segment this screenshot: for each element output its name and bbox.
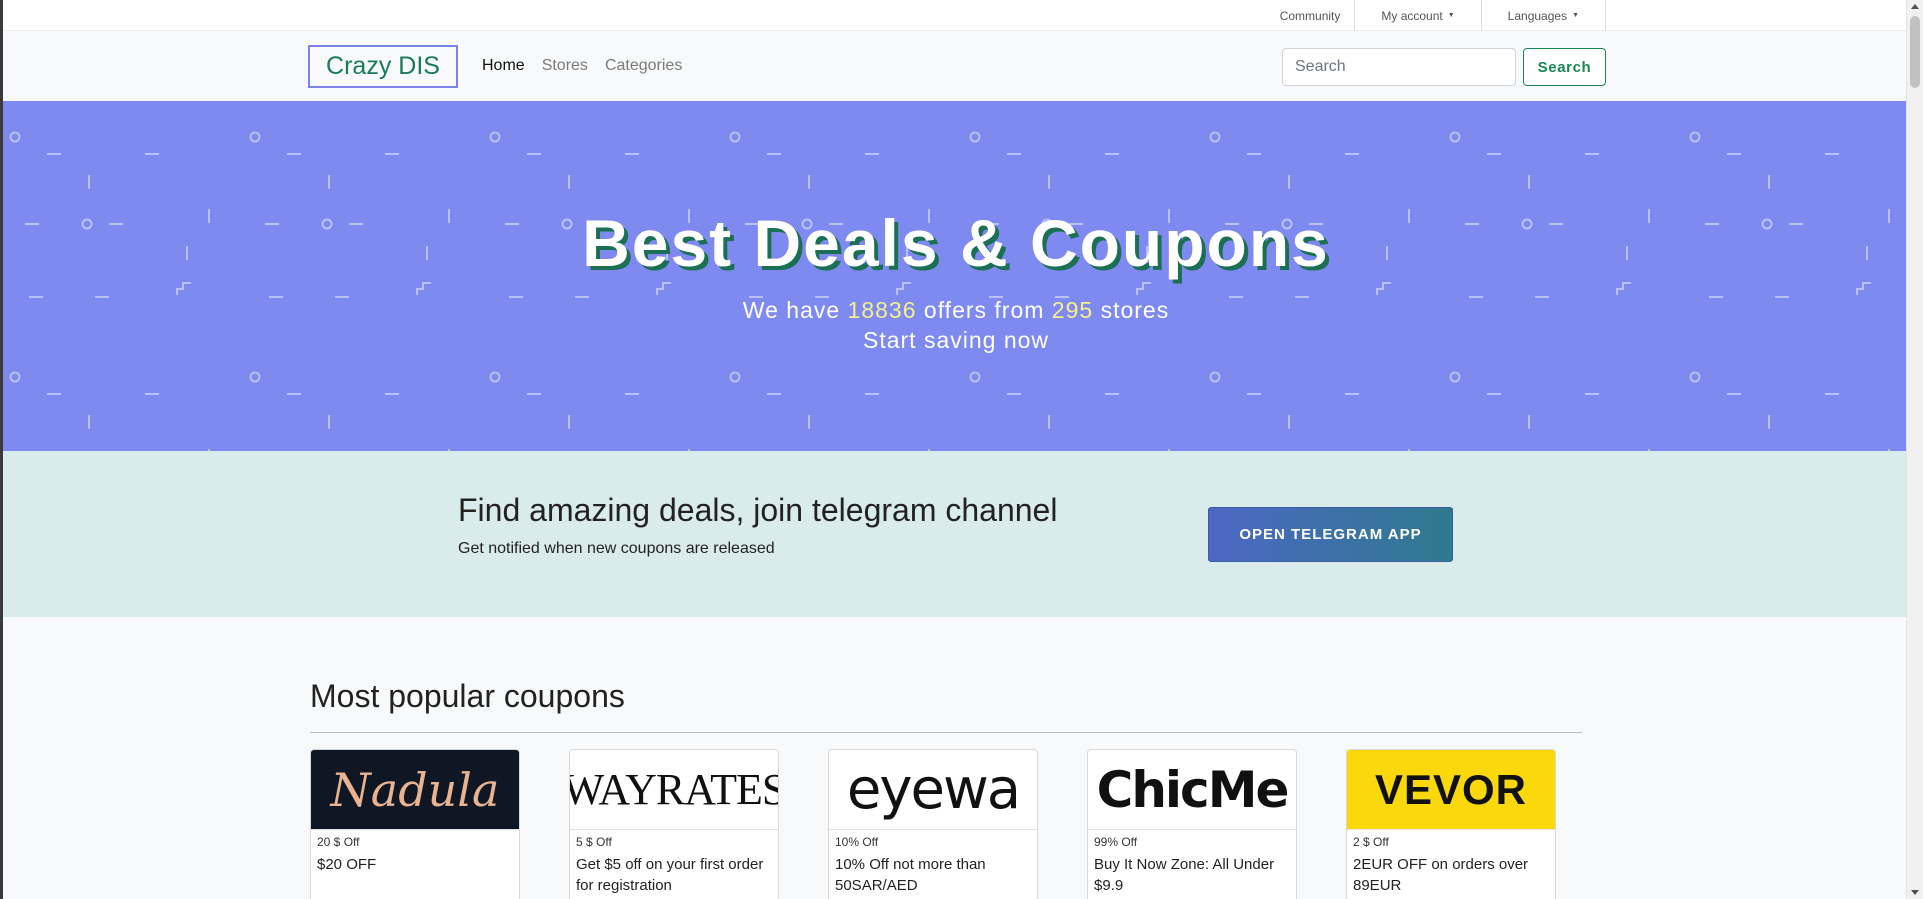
coupon-description: 10% Off not more than 50SAR/AED (835, 856, 986, 894)
coupon-discount: 99% Off (1094, 835, 1138, 849)
top-utility-bar: Community My account ▼ Languages ▼ (3, 0, 1906, 32)
hero-line-suffix: stores (1100, 297, 1170, 323)
nav-links: Home Stores Categories (482, 31, 682, 101)
coupon-card-chicme[interactable]: ChicMe 99% Off Buy It Now Zone: All Unde… (1087, 749, 1297, 899)
languages-dropdown[interactable]: Languages ▼ (1482, 0, 1606, 32)
hero-line-middle: offers from (923, 297, 1045, 323)
scroll-down-arrow-icon[interactable] (1911, 890, 1919, 895)
coupon-description: 2EUR OFF on orders over 89EUR (1353, 856, 1529, 894)
coupon-discount: 5 $ Off (576, 835, 612, 849)
stores-count: 295 (1051, 297, 1094, 323)
coupon-card-nadula[interactable]: Nadula 20 $ Off $20 OFF (310, 749, 520, 899)
scrollbar-thumb[interactable] (1910, 16, 1920, 88)
vevor-logo: VEVOR (1347, 750, 1555, 830)
section-divider (310, 732, 1582, 733)
community-label: Community (1279, 9, 1341, 23)
caret-down-icon: ▼ (1447, 12, 1455, 19)
coupon-card-eyewa[interactable]: eyewa 10% Off 10% Off not more than 50SA… (828, 749, 1038, 899)
open-telegram-button[interactable]: OPEN TELEGRAM APP (1208, 507, 1453, 562)
hero-tagline: Start saving now (862, 327, 1050, 353)
popular-coupons-section: Most popular coupons Nadula 20 $ Off $20… (3, 617, 1906, 899)
community-link[interactable]: Community (1266, 0, 1356, 32)
hero-title: Best Deals & Coupons (582, 206, 1330, 280)
telegram-subtitle: Get notified when new coupons are releas… (458, 540, 775, 557)
hero-line-prefix: We have (742, 297, 841, 323)
section-title: Most popular coupons (310, 678, 625, 714)
coupon-discount: 20 $ Off (317, 835, 360, 849)
vertical-scrollbar[interactable] (1906, 0, 1923, 899)
coupon-discount: 2 $ Off (1353, 835, 1389, 849)
scroll-up-arrow-icon[interactable] (1911, 4, 1919, 9)
my-account-label: My account (1381, 9, 1443, 23)
coupon-list: Nadula 20 $ Off $20 OFF WAYRATES 5 $ Off… (310, 749, 1556, 899)
wayrates-logo: WAYRATES (570, 750, 778, 830)
eyewa-logo: eyewa (829, 750, 1037, 830)
top-links: Community My account ▼ Languages ▼ (1266, 0, 1606, 32)
nav-categories-link[interactable]: Categories (605, 57, 682, 75)
nav-home-link[interactable]: Home (482, 57, 525, 75)
coupon-description: Buy It Now Zone: All Under $9.9 (1094, 856, 1275, 894)
hero-subtitle: We have 18836 offers from 295 stores Sta… (3, 295, 1906, 355)
coupon-description: $20 OFF (317, 856, 377, 873)
brand-logo[interactable]: Crazy DIS (308, 45, 458, 88)
telegram-banner: Find amazing deals, join telegram channe… (3, 451, 1906, 617)
nadula-logo: Nadula (311, 750, 519, 830)
coupon-card-wayrates[interactable]: WAYRATES 5 $ Off Get $5 off on your firs… (569, 749, 779, 899)
page: Community My account ▼ Languages ▼ Crazy… (0, 0, 1906, 899)
search-input[interactable] (1282, 48, 1516, 86)
coupon-description: Get $5 off on your first order for regis… (576, 856, 764, 894)
coupon-card-vevor[interactable]: VEVOR 2 $ Off 2EUR OFF on orders over 89… (1346, 749, 1556, 899)
chicme-logo: ChicMe (1088, 750, 1296, 830)
my-account-dropdown[interactable]: My account ▼ (1355, 0, 1482, 32)
main-navbar: Crazy DIS Home Stores Categories Search (3, 31, 1906, 101)
languages-label: Languages (1507, 9, 1568, 23)
hero-stats-line: We have 18836 offers from 295 stores (3, 295, 1906, 325)
caret-down-icon: ▼ (1572, 12, 1579, 19)
nav-stores-link[interactable]: Stores (542, 57, 588, 75)
offers-count: 18836 (847, 297, 917, 323)
search-button[interactable]: Search (1523, 48, 1606, 86)
coupon-discount: 10% Off (835, 835, 879, 849)
telegram-title: Find amazing deals, join telegram channe… (458, 492, 1058, 528)
hero-banner: Best Deals & Coupons We have 18836 offer… (3, 101, 1906, 451)
